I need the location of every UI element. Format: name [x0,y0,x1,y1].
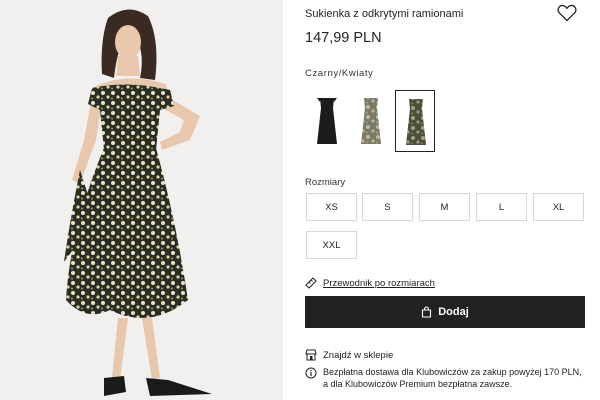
size-l-button[interactable]: L [476,193,527,221]
favorite-button[interactable] [557,4,577,22]
product-price: 147,99 PLN [305,30,382,46]
size-guide-link[interactable]: Przewodnik po rozmiarach [305,276,435,290]
product-details: Sukienka z odkrytymi ramionami 147,99 PL… [305,0,585,400]
add-to-cart-button[interactable]: Dodaj [305,296,585,328]
size-xs-button[interactable]: XS [306,193,357,221]
dress-thumbnail [317,98,337,144]
dress-thumbnail [406,99,426,145]
product-title: Sukienka z odkrytymi ramionami [305,8,464,20]
delivery-info: Bezpłatna dostawa dla Klubowiczów za zak… [305,366,585,390]
store-icon [305,349,317,361]
size-s-button[interactable]: S [362,193,413,221]
size-m-button[interactable]: M [419,193,470,221]
model-illustration [64,9,212,396]
find-in-store-label: Znajdź w sklepie [323,349,394,361]
find-in-store-link[interactable]: Znajdź w sklepie [305,349,393,361]
add-to-cart-label: Dodaj [438,306,469,318]
size-guide-label: Przewodnik po rozmiarach [323,277,435,289]
dress-thumbnail [361,98,381,144]
info-icon [305,367,317,379]
bag-icon [422,306,432,318]
size-xxl-button[interactable]: XXL [306,231,357,259]
product-photo[interactable] [0,0,283,400]
heart-icon [557,4,577,22]
ruler-icon [305,277,317,289]
color-swatch-black[interactable] [307,90,347,152]
color-label: Czarny/Kwiaty [305,68,374,79]
sizes-label: Rozmiary [305,177,346,188]
size-xl-button[interactable]: XL [533,193,584,221]
delivery-info-text: Bezpłatna dostawa dla Klubowiczów za zak… [323,367,582,389]
color-swatch-green-floral[interactable] [395,90,435,152]
color-swatch-cream-floral[interactable] [351,90,391,152]
